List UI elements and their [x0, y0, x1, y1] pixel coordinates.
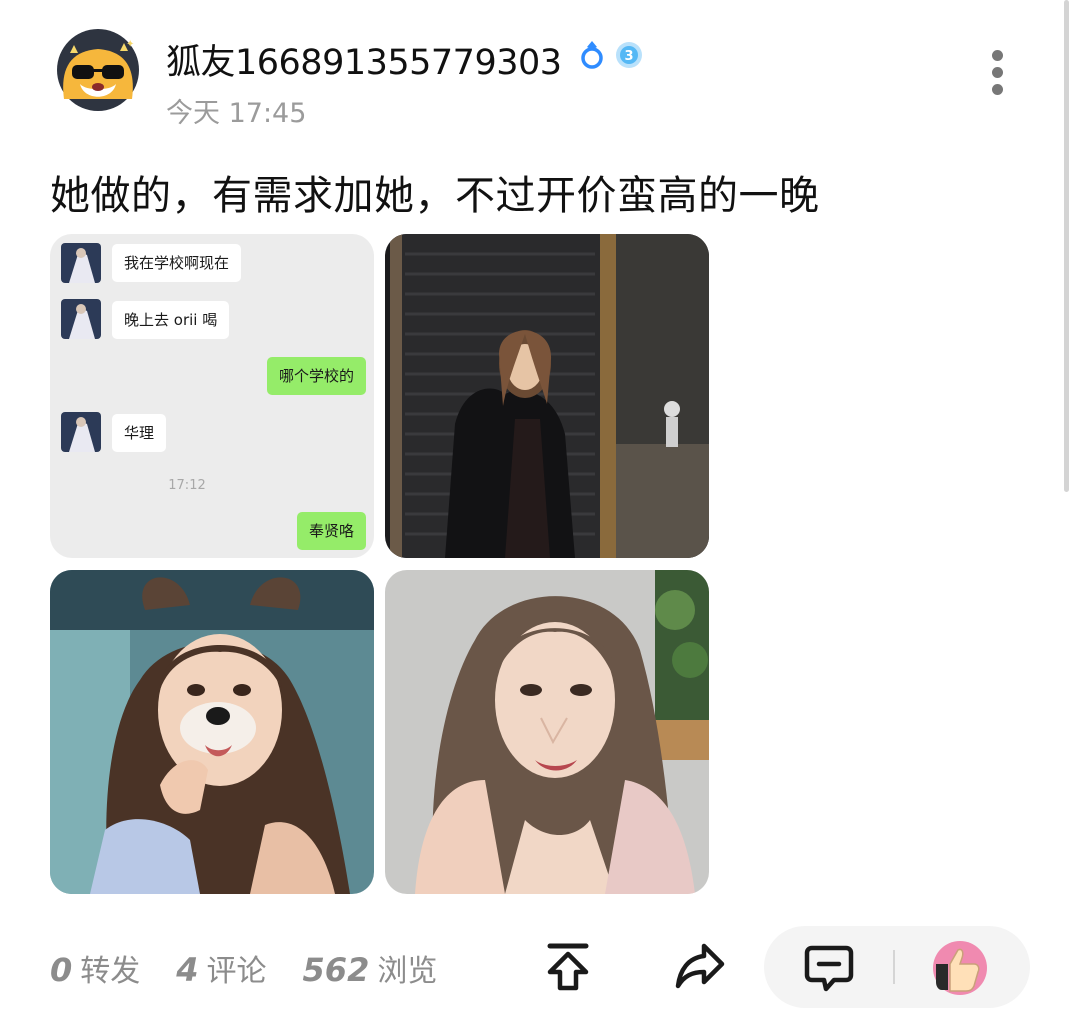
- repost-count: 0: [50, 951, 73, 989]
- svg-text:3: 3: [624, 49, 633, 64]
- user-avatar[interactable]: ✦: [50, 29, 146, 111]
- share-button[interactable]: [674, 942, 726, 994]
- like-button[interactable]: [932, 940, 988, 1000]
- more-options-button[interactable]: [980, 50, 1014, 102]
- post-text: 她做的，有需求加她，不过开价蛮高的一晚: [50, 173, 820, 219]
- view-count-stat: 562 浏览: [303, 946, 438, 990]
- comment-icon: [804, 945, 854, 992]
- svg-text:✦: ✦: [126, 39, 134, 50]
- image-chat-screenshot[interactable]: 我在学校啊现在 晚上去 orii 喝 哪个学校的 华理 17:12 奉贤咯: [50, 234, 374, 558]
- pin-top-button[interactable]: [546, 942, 590, 996]
- chat-message: 晚上去 orii 喝: [112, 301, 230, 339]
- view-count: 562: [302, 951, 370, 989]
- comment-label: 评论: [206, 954, 267, 989]
- photo-street-night[interactable]: [385, 234, 709, 558]
- scrollbar-thumb[interactable]: [1064, 0, 1069, 492]
- comment-count-stat[interactable]: 4 评论: [176, 946, 266, 990]
- more-dot-icon: [991, 50, 1003, 61]
- repost-count-stat[interactable]: 0 转发: [50, 946, 140, 990]
- chat-message-own: 奉贤咯: [296, 512, 366, 550]
- chat-timestamp: 17:12: [168, 478, 206, 493]
- chat-avatar: [61, 412, 101, 452]
- pin-top-icon: [547, 943, 589, 991]
- comment-button[interactable]: [804, 944, 854, 996]
- chat-message-own: 哪个学校的: [266, 357, 366, 395]
- chat-avatar: [61, 243, 101, 283]
- username[interactable]: 狐友166891355779303: [166, 34, 562, 85]
- photo-selfie-portrait[interactable]: [385, 570, 709, 894]
- view-label: 浏览: [377, 954, 438, 989]
- chat-message: 我在学校啊现在: [112, 244, 242, 282]
- ring-icon: [581, 41, 603, 69]
- repost-label: 转发: [80, 954, 141, 989]
- chat-avatar: [61, 299, 101, 339]
- photo-selfie-dog-filter[interactable]: [50, 570, 374, 894]
- post-stats: 0 转发 4 评论 562 浏览: [50, 946, 437, 990]
- comment-count: 4: [176, 951, 199, 989]
- like-avatar-icon: [933, 941, 987, 995]
- level-3-badge-icon: 3: [616, 42, 642, 68]
- action-divider: [893, 950, 895, 984]
- post-timestamp: 今天 17:45: [166, 98, 307, 129]
- more-dot-icon: [991, 67, 1003, 78]
- share-icon: [675, 943, 725, 989]
- chat-message: 华理: [112, 414, 167, 452]
- more-dot-icon: [991, 84, 1003, 95]
- badge-row: 3: [580, 38, 644, 70]
